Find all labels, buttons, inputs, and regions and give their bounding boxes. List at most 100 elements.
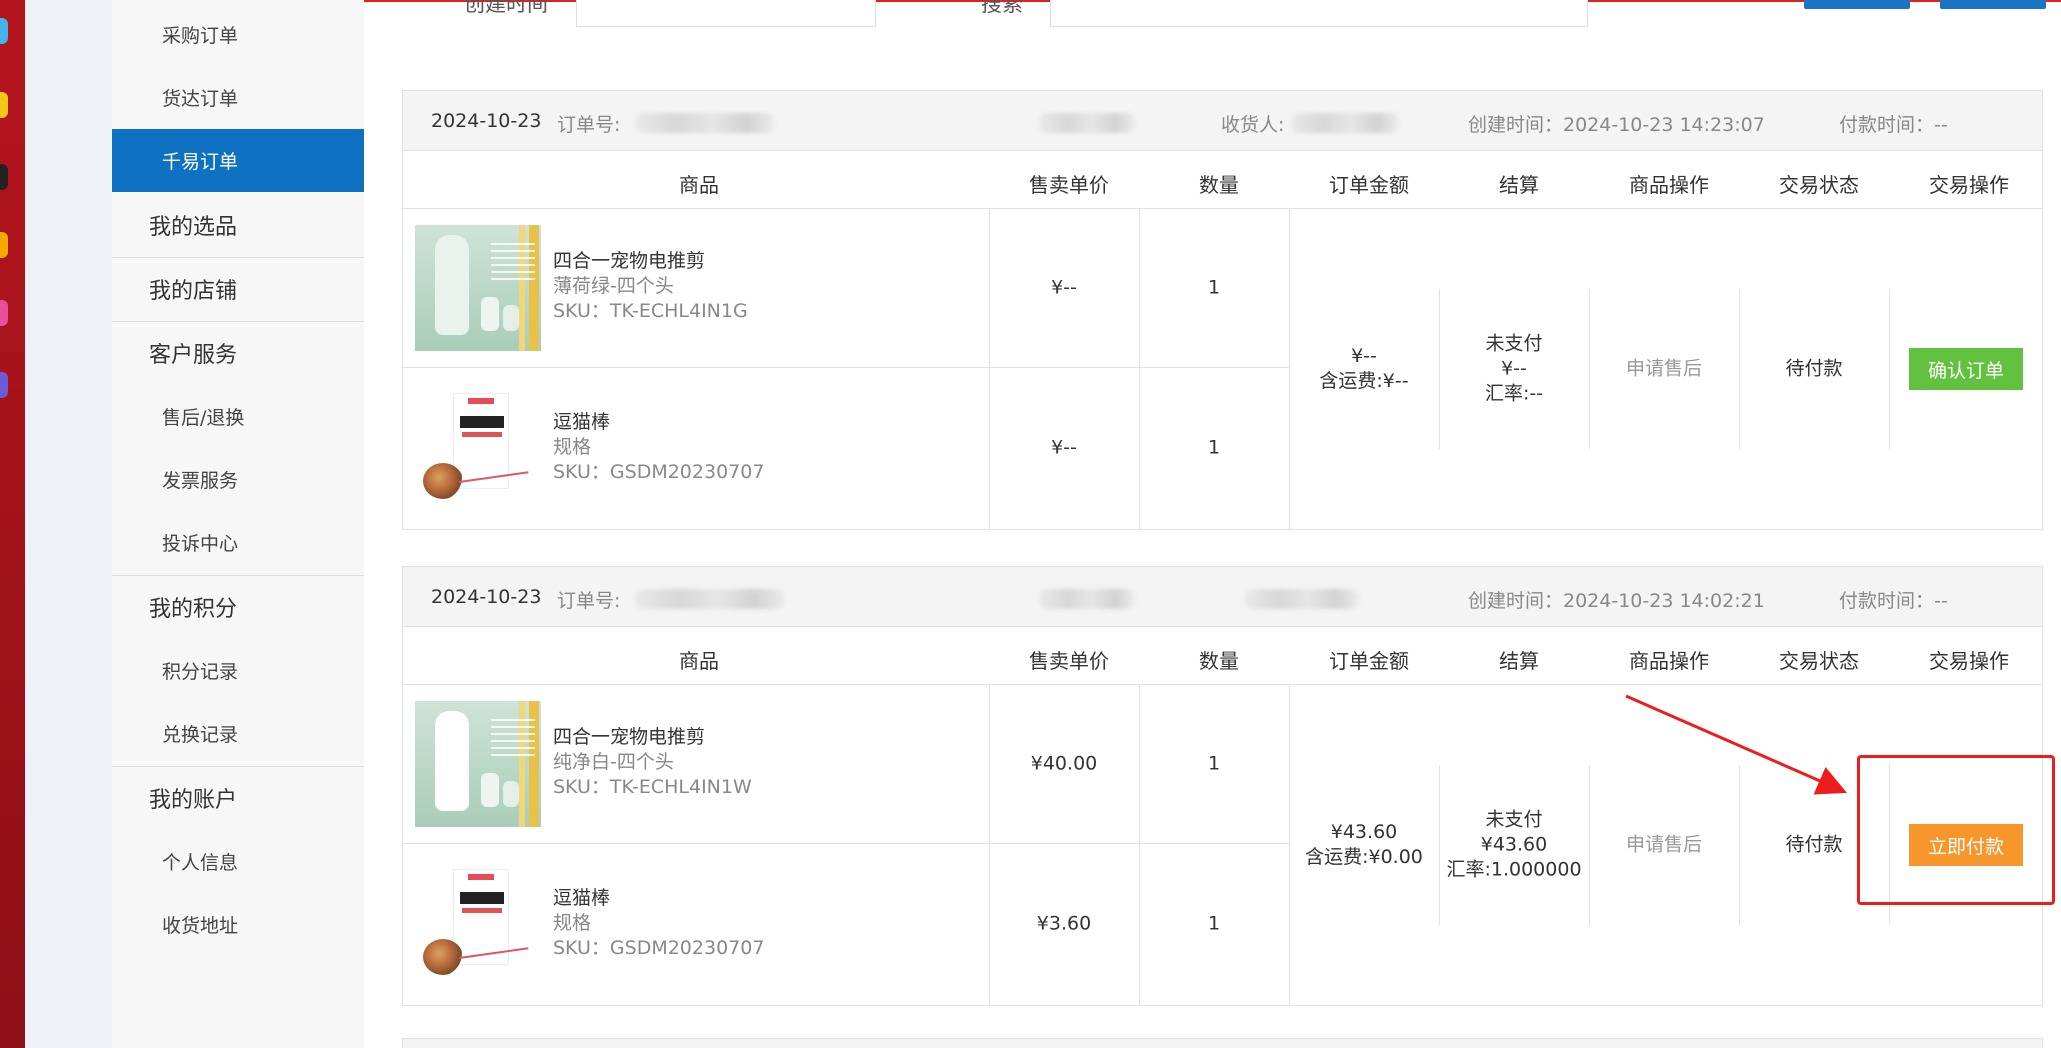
sidebar-group-my-selection[interactable]: 我的选品 (112, 193, 364, 256)
col-product: 商品 (679, 173, 719, 197)
product-name[interactable]: 四合一宠物电推剪 (553, 725, 752, 750)
product-spec: 纯净白-四个头 (553, 751, 674, 773)
col-quantity: 数量 (1199, 649, 1239, 673)
sidebar-item-points-records[interactable]: 积分记录 (112, 639, 364, 702)
paid-time: 付款时间：-- (1839, 590, 1948, 612)
sidebar-item-qianyi-orders[interactable]: 千易订单 (112, 129, 364, 192)
col-settlement: 结算 (1499, 649, 1539, 673)
order-header: 2024-10-23 订单号: 收货人: 创建时间：2024-10-23 14:… (403, 91, 2042, 151)
search-input[interactable] (1050, 0, 1588, 27)
exchange-rate: 汇率:1.000000 (1446, 858, 1582, 881)
exchange-rate: 汇率:-- (1484, 382, 1544, 405)
col-trade-status: 交易状态 (1779, 649, 1859, 673)
order-date: 2024-10-23 (431, 110, 542, 132)
sidebar-item-purchase-orders[interactable]: 采购订单 (112, 3, 364, 66)
product-image[interactable] (415, 701, 541, 827)
order-amount: ¥43.60 含运费:¥0.00 (1305, 820, 1423, 870)
sidebar-item-delivery-orders[interactable]: 货达订单 (112, 66, 364, 129)
product-sku: SKU：GSDM20230707 (553, 937, 765, 959)
quantity: 1 (1207, 752, 1221, 775)
redacted-field (1039, 589, 1135, 609)
col-trade-action: 交易操作 (1929, 173, 2009, 197)
page-margin (25, 0, 112, 1048)
next-order-card-edge (402, 1038, 2043, 1048)
unit-price: ¥-- (1051, 436, 1077, 459)
order-header: 2024-10-23 订单号: 创建时间：2024-10-23 14:02:21… (403, 567, 2042, 627)
redacted-field (1039, 113, 1135, 133)
col-order-amount: 订单金额 (1329, 173, 1409, 197)
order-number-label: 订单号: (557, 590, 621, 612)
annotation-highlight-box (1857, 755, 2055, 905)
settlement-amount: ¥-- (1501, 357, 1527, 380)
col-unit-price: 售卖单价 (1029, 649, 1109, 673)
product-image[interactable] (415, 225, 541, 351)
product-info: 四合一宠物电推剪 纯净白-四个头 SKU：TK-ECHL4IN1W (553, 725, 752, 800)
product-info: 逗猫棒 规格 SKU：GSDM20230707 (553, 886, 764, 961)
settlement-amount: ¥43.60 (1480, 833, 1548, 856)
settlement-status: 未支付 (1485, 808, 1543, 831)
col-unit-price: 售卖单价 (1029, 173, 1109, 197)
sidebar-group-my-store[interactable]: 我的店铺 (112, 257, 364, 320)
sidebar-item-shipping-address[interactable]: 收货地址 (112, 893, 364, 956)
receiver-label: 收货人: (1221, 114, 1285, 136)
sidebar-item-personal-info[interactable]: 个人信息 (112, 830, 364, 893)
col-order-amount: 订单金额 (1329, 649, 1409, 673)
col-quantity: 数量 (1199, 173, 1239, 197)
settlement: 未支付 ¥-- 汇率:-- (1485, 332, 1543, 407)
dock-app-icon[interactable] (0, 18, 8, 44)
amount-value: ¥-- (1351, 345, 1377, 367)
sidebar-item-after-sales[interactable]: 售后/退换 (112, 385, 364, 448)
settlement-status: 未支付 (1485, 332, 1543, 355)
sidebar: 采购订单 货达订单 千易订单 我的选品 我的店铺 客户服务 售后/退换 发票服务… (112, 0, 364, 1048)
dock-app-icon[interactable] (0, 232, 8, 258)
dock-app-icon[interactable] (0, 164, 8, 190)
sidebar-group-my-points[interactable]: 我的积分 (112, 575, 364, 638)
filter-search-label: 搜索 (981, 0, 1023, 16)
annotation-arrow-icon (1625, 694, 1847, 795)
order-number-redacted (635, 589, 785, 609)
product-image[interactable] (415, 385, 541, 511)
sidebar-item-invoice[interactable]: 发票服务 (112, 448, 364, 511)
settlement: 未支付 ¥43.60 汇率:1.000000 (1446, 808, 1581, 883)
sidebar-item-exchange-records[interactable]: 兑换记录 (112, 702, 364, 765)
col-product: 商品 (679, 649, 719, 673)
unit-price: ¥3.60 (1036, 912, 1092, 935)
dock-app-icon[interactable] (0, 92, 8, 118)
created-time: 创建时间：2024-10-23 14:02:21 (1468, 590, 1765, 612)
filter-created-label: 创建时间 (464, 0, 548, 16)
unit-price: ¥40.00 (1030, 752, 1098, 775)
order-amount: ¥-- 含运费:¥-- (1319, 344, 1408, 394)
after-sale-link[interactable]: 申请售后 (1626, 833, 1702, 858)
col-product-action: 商品操作 (1629, 173, 1709, 197)
product-name[interactable]: 逗猫棒 (553, 886, 764, 911)
query-button[interactable] (1804, 0, 1910, 9)
product-sku: SKU：GSDM20230707 (553, 461, 765, 483)
quantity: 1 (1207, 436, 1221, 459)
order-number-redacted (635, 113, 775, 133)
main-content: 创建时间 搜索 2024-10-23 订单号: 收货人: 创建时间：2024-1… (364, 0, 2061, 1048)
created-time-input[interactable] (576, 0, 876, 27)
product-name[interactable]: 逗猫棒 (553, 410, 764, 435)
product-image[interactable] (415, 861, 541, 987)
sidebar-group-my-account[interactable]: 我的账户 (112, 766, 364, 829)
shipping-fee: 含运费:¥0.00 (1305, 846, 1423, 868)
product-name[interactable]: 四合一宠物电推剪 (553, 249, 748, 274)
sidebar-group-customer-service[interactable]: 客户服务 (112, 321, 364, 384)
product-info: 逗猫棒 规格 SKU：GSDM20230707 (553, 410, 764, 485)
receiver-redacted (1291, 113, 1399, 133)
dock-app-icon[interactable] (0, 372, 8, 398)
after-sale-link[interactable]: 申请售后 (1626, 357, 1702, 382)
product-info: 四合一宠物电推剪 薄荷绿-四个头 SKU：TK-ECHL4IN1G (553, 249, 748, 324)
col-settlement: 结算 (1499, 173, 1539, 197)
receiver-redacted (1245, 589, 1359, 609)
reset-button[interactable] (1940, 0, 2046, 9)
sidebar-item-complaints[interactable]: 投诉中心 (112, 511, 364, 574)
order-number-label: 订单号: (557, 114, 621, 136)
dock-app-icon[interactable] (0, 300, 8, 326)
filter-bar: 创建时间 搜索 (364, 0, 2061, 30)
created-time: 创建时间：2024-10-23 14:23:07 (1468, 114, 1765, 136)
confirm-order-button[interactable]: 确认订单 (1909, 348, 2023, 390)
unit-price: ¥-- (1051, 276, 1077, 299)
col-product-action: 商品操作 (1629, 649, 1709, 673)
amount-value: ¥43.60 (1330, 821, 1398, 843)
